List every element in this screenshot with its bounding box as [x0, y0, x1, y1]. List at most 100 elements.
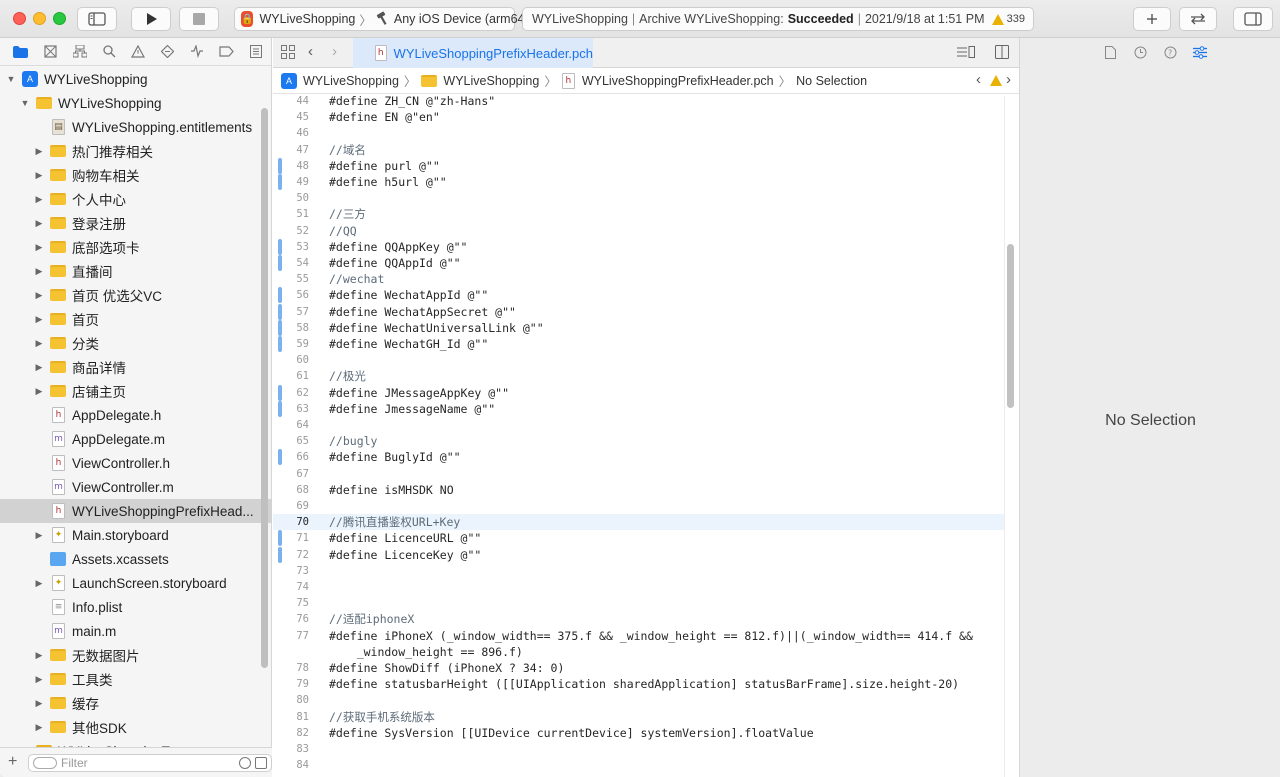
code-line[interactable]: 68 #define isMHSDK NO — [273, 482, 1005, 498]
filter-field[interactable]: Filter — [28, 753, 272, 772]
warning-icon[interactable] — [990, 75, 1002, 86]
code-line[interactable]: 48 #define purl @"" — [273, 157, 1005, 174]
disclosure-closed-icon[interactable]: ▶ — [34, 674, 44, 685]
back-icon[interactable]: ‹ — [308, 43, 313, 60]
navigator-item[interactable]: m AppDelegate.m — [0, 427, 272, 451]
navigator-item[interactable]: ▶ 缓存 — [0, 691, 272, 715]
recent-files-icon[interactable] — [239, 756, 251, 769]
navigator-item[interactable]: ▶ 底部选项卡 — [0, 235, 272, 259]
code-line[interactable]: 66 #define BuglyId @"" — [273, 449, 1005, 466]
disclosure-closed-icon[interactable]: ▶ — [34, 386, 44, 397]
navigator-toggle-button[interactable] — [77, 7, 117, 31]
attributes-icon[interactable] — [1185, 38, 1215, 66]
hierarchy-icon[interactable] — [65, 38, 94, 66]
previous-issue-icon[interactable]: ‹ — [976, 71, 981, 88]
code-line[interactable]: 67 — [273, 466, 1005, 482]
split-editor-icon[interactable] — [995, 45, 1009, 62]
navigator-item[interactable]: ▶ 首页 优选父VC — [0, 283, 272, 307]
navigator-item[interactable]: ▶ 工具类 — [0, 667, 272, 691]
navigator-item[interactable]: ▶ 店铺主页 — [0, 379, 272, 403]
help-icon[interactable]: ? — [1155, 38, 1185, 66]
scheme-device-label[interactable]: Any iOS Device (arm64) — [394, 12, 529, 26]
code-line[interactable]: 75 — [273, 595, 1005, 611]
history-icon[interactable] — [1125, 38, 1155, 66]
disclosure-closed-icon[interactable]: ▶ — [34, 722, 44, 733]
code-line[interactable]: 73 — [273, 563, 1005, 579]
code-line[interactable]: 74 — [273, 579, 1005, 595]
report-icon[interactable] — [242, 38, 271, 66]
navigator-item[interactable]: m ViewController.m — [0, 475, 272, 499]
code-line[interactable]: 80 — [273, 692, 1005, 708]
navigator-item[interactable]: ▶WYLiveShoppingTests — [0, 739, 272, 747]
folder-icon[interactable] — [6, 38, 35, 66]
navigator-item[interactable]: ▼ WYLiveShopping — [0, 91, 272, 115]
add-file-icon[interactable]: + — [8, 753, 17, 771]
close-window-button[interactable] — [13, 12, 26, 25]
code-line[interactable]: _window_height == 896.f) — [273, 644, 1005, 660]
minimize-window-button[interactable] — [33, 12, 46, 25]
disclosure-closed-icon[interactable]: ▶ — [34, 650, 44, 661]
code-line[interactable]: 56 #define WechatAppId @"" — [273, 287, 1005, 304]
code-line[interactable]: 47 //域名 — [273, 142, 1005, 158]
navigator-item[interactable]: ▶ 分类 — [0, 331, 272, 355]
disclosure-closed-icon[interactable]: ▶ — [34, 338, 44, 349]
code-line[interactable]: 44 #define ZH_CN @"zh-Hans" — [273, 96, 1005, 109]
jumpbar-project[interactable]: WYLiveShopping — [303, 74, 399, 88]
editor-tab[interactable]: h WYLiveShoppingPrefixHeader.pch — [353, 38, 593, 68]
code-review-button[interactable] — [1179, 7, 1217, 31]
scheme-selector[interactable]: 🔒 WYLiveShopping 〉 Any iOS Device (arm64… — [234, 7, 529, 31]
grid-icon[interactable] — [281, 45, 295, 62]
next-issue-icon[interactable]: › — [1006, 71, 1011, 88]
code-line[interactable]: 45 #define EN @"en" — [273, 109, 1005, 125]
disclosure-closed-icon[interactable]: ▶ — [34, 218, 44, 229]
code-line[interactable]: 79 #define statusbarHeight ([[UIApplicati… — [273, 676, 1005, 692]
code-line[interactable]: 72 #define LicenceKey @"" — [273, 546, 1005, 563]
code-line[interactable]: 60 — [273, 352, 1005, 368]
navigator-item[interactable]: ≡ Info.plist — [0, 595, 272, 619]
code-line[interactable]: 82 #define SysVersion [[UIDevice currentD… — [273, 725, 1005, 741]
navigator-scrollbar[interactable] — [261, 108, 268, 668]
disclosure-closed-icon[interactable]: ▶ — [34, 266, 44, 277]
navigator-item[interactable]: ▶ 热门推荐相关 — [0, 139, 272, 163]
code-line[interactable]: 57 #define WechatAppSecret @"" — [273, 303, 1005, 320]
disclosure-closed-icon[interactable]: ▶ — [34, 362, 44, 373]
navigator-item[interactable]: ▶ 其他SDK — [0, 715, 272, 739]
navigator-item[interactable]: ▶ 购物车相关 — [0, 163, 272, 187]
issue-icon[interactable] — [124, 38, 153, 66]
code-line[interactable]: 64 — [273, 417, 1005, 433]
navigator-item[interactable]: ▤ WYLiveShopping.entitlements — [0, 115, 272, 139]
code-line[interactable]: 70 //腾讯直播鉴权URL+Key — [273, 514, 1005, 531]
disclosure-closed-icon[interactable]: ▶ — [34, 194, 44, 205]
code-line[interactable]: 54 #define QQAppId @"" — [273, 255, 1005, 271]
scheme-app-label[interactable]: WYLiveShopping — [259, 12, 355, 26]
jumpbar-group[interactable]: WYLiveShopping — [443, 74, 539, 88]
source-control-filter-icon[interactable] — [255, 756, 267, 769]
code-line[interactable]: 52 //QQ — [273, 223, 1005, 239]
code-line[interactable]: 61 //极光 — [273, 368, 1005, 384]
disclosure-open-icon[interactable]: ▼ — [20, 98, 30, 108]
jumpbar-file[interactable]: WYLiveShoppingPrefixHeader.pch — [582, 74, 774, 88]
navigator-item[interactable]: ▶ 直播间 — [0, 259, 272, 283]
disclosure-closed-icon[interactable]: ▶ — [34, 530, 44, 541]
breakpoint-icon[interactable] — [212, 38, 241, 66]
disclosure-closed-icon[interactable]: ▶ — [34, 146, 44, 157]
code-line[interactable]: 49 #define h5url @"" — [273, 174, 1005, 190]
code-line[interactable]: 51 //三方 — [273, 206, 1005, 222]
code-line[interactable]: 50 — [273, 190, 1005, 206]
disclosure-closed-icon[interactable]: ▶ — [34, 170, 44, 181]
navigator-item[interactable]: Assets.xcassets — [0, 547, 272, 571]
disclosure-closed-icon[interactable]: ▶ — [34, 698, 44, 709]
code-line[interactable]: 81 //获取手机系统版本 — [273, 709, 1005, 725]
navigator-item[interactable]: m main.m — [0, 619, 272, 643]
editor-options-icon[interactable] — [957, 46, 975, 61]
stop-button[interactable] — [179, 7, 219, 31]
navigator-item[interactable]: ▶ 无数据图片 — [0, 643, 272, 667]
code-line[interactable]: 78 #define ShowDiff (iPhoneX ? 34: 0) — [273, 660, 1005, 676]
code-line[interactable]: 84 — [273, 757, 1005, 773]
code-line[interactable]: 77 #define iPhoneX (_window_width== 375.f… — [273, 628, 1005, 644]
navigator-item[interactable]: h WYLiveShoppingPrefixHead... — [0, 499, 272, 523]
disclosure-closed-icon[interactable]: ▶ — [34, 242, 44, 253]
code-line[interactable]: 69 — [273, 498, 1005, 514]
file-inspector-icon[interactable] — [1095, 38, 1125, 66]
code-line[interactable]: 65 //bugly — [273, 433, 1005, 449]
